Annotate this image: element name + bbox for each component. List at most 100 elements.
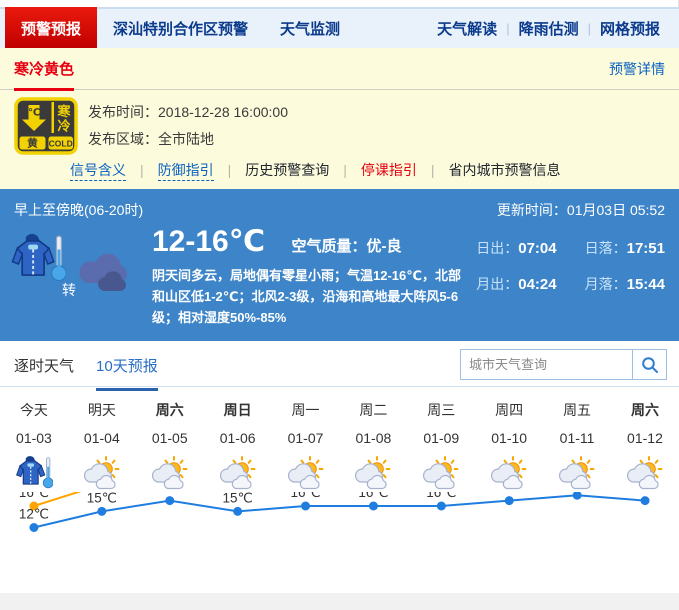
city-search-input[interactable] (460, 349, 632, 380)
data-label: 16℃ (358, 492, 388, 500)
svg-text:℃: ℃ (28, 108, 40, 119)
forecast-day-01-04[interactable]: 明天01-04 (68, 387, 136, 492)
nav-right-links: 天气解读|降雨估测|网格预报 (428, 9, 679, 48)
warning-meta: 发布时间：2018-12-28 16:00:00 发布区域：全市陆地 (88, 99, 288, 153)
air-quality-value: 优-良 (367, 238, 402, 255)
warning-link-4[interactable]: 省内城市预警信息 (449, 160, 561, 180)
nav-link-2[interactable]: 网格预报 (591, 18, 669, 39)
current-main: 12-16℃ 空气质量：优-良 阴天间多云，局地偶有零星小雨；气温12-16℃，… (152, 224, 470, 328)
day-name: 周日 (204, 387, 272, 420)
partly-cloudy-glyph (353, 455, 393, 491)
partly-cloudy-icon (272, 446, 340, 492)
search-button[interactable] (632, 349, 667, 380)
air-quality: 空气质量：优-良 (292, 238, 402, 255)
nav-tab-1[interactable]: 深汕特别合作区预警 (97, 9, 264, 48)
sun-moon-item-0: 日出：07:04 (476, 238, 556, 258)
data-label: 17℃ (155, 492, 185, 495)
sun-moon-label: 月落： (585, 276, 627, 292)
partly-cloudy-glyph (286, 455, 326, 491)
day-date: 01-09 (407, 420, 475, 446)
sun-moon-value: 04:24 (518, 276, 556, 293)
nav-link-1[interactable]: 降雨估测 (510, 18, 588, 39)
forecast-day-01-07[interactable]: 周一01-07 (272, 387, 340, 492)
nav-tab-0[interactable]: 预警预报 (5, 7, 97, 48)
day-name: 周三 (407, 387, 475, 420)
forecast-day-01-12[interactable]: 周六01-12 (611, 387, 679, 492)
city-search (460, 349, 667, 380)
sun-moon-times: 日出：07:04日落：17:51月出：04:24月落：15:44 (476, 238, 665, 294)
forecast-period: 早上至傍晚(06-20时) (14, 200, 143, 220)
publish-area-row: 发布区域：全市陆地 (88, 126, 288, 153)
sun-moon-label: 月出： (476, 276, 518, 292)
svg-text:寒: 寒 (56, 104, 71, 119)
cold-clothing-icon (0, 446, 68, 492)
warning-detail-link[interactable]: 预警详情 (609, 59, 665, 79)
current-header: 早上至傍晚(06-20时) 更新时间：01月03日 05:52 (0, 189, 679, 220)
nav-tabs: 预警预报深汕特别合作区预警天气监测 (0, 9, 356, 48)
partly-cloudy-glyph (218, 455, 258, 491)
nav-tab-2[interactable]: 天气监测 (264, 9, 356, 48)
day-date: 01-12 (611, 420, 679, 446)
warning-link-1[interactable]: 防御指引 (158, 160, 214, 181)
data-label: 15℃ (223, 492, 253, 505)
warning-link-0[interactable]: 信号含义 (70, 160, 126, 181)
forecast-tab-row: 逐时天气10天预报 (0, 341, 679, 387)
warning-link-3[interactable]: 停课指引 (361, 160, 417, 180)
partly-cloudy-icon (136, 446, 204, 492)
cold-clothing-glyph (15, 455, 53, 490)
svg-text:COLD: COLD (49, 138, 73, 148)
forecast-day-01-09[interactable]: 周三01-09 (407, 387, 475, 492)
partly-cloudy-glyph (421, 455, 461, 491)
nav-link-0[interactable]: 天气解读 (428, 18, 506, 39)
data-label: 15℃ (87, 492, 117, 505)
publish-area-value: 全市陆地 (158, 131, 214, 147)
temperature-range: 12-16℃ (152, 224, 265, 259)
current-weather-panel: 早上至傍晚(06-20时) 更新时间：01月03日 05:52 转 12-16℃… (0, 189, 679, 341)
day-name: 周五 (543, 387, 611, 420)
forecast-day-01-03[interactable]: 今天01-03 (0, 387, 68, 492)
warning-link-separator: | (417, 162, 449, 178)
forecast-day-01-11[interactable]: 周五01-11 (543, 387, 611, 492)
day-name: 周四 (475, 387, 543, 420)
data-point (641, 496, 650, 505)
svg-text:冷: 冷 (57, 119, 70, 134)
cold-clothing-glyph (10, 232, 66, 284)
forecast-day-01-08[interactable]: 周二01-08 (339, 387, 407, 492)
update-time-label: 更新时间： (497, 202, 567, 218)
sun-moon-label: 日落： (585, 240, 627, 256)
data-point (505, 496, 514, 505)
turn-label: 转 (62, 280, 76, 300)
forecast-tab-0[interactable]: 逐时天气 (14, 355, 74, 388)
day-date: 01-06 (204, 420, 272, 446)
cloud-glyph (74, 250, 136, 294)
footer-strip (0, 593, 679, 610)
partly-cloudy-icon (204, 446, 272, 492)
warning-link-2[interactable]: 历史预警查询 (245, 160, 329, 180)
partly-cloudy-glyph (557, 455, 597, 491)
data-label: 17℃ (630, 492, 660, 495)
publish-time-row: 发布时间：2018-12-28 16:00:00 (88, 99, 288, 126)
day-date: 01-05 (136, 420, 204, 446)
current-weather-icons: 转 (10, 232, 148, 312)
forecast-day-01-05[interactable]: 周六01-05 (136, 387, 204, 492)
forecast-day-01-06[interactable]: 周日01-06 (204, 387, 272, 492)
partly-cloudy-icon (543, 446, 611, 492)
data-point (29, 523, 38, 532)
warning-links-row: 信号含义|防御指引|历史预警查询|停课指引|省内城市预警信息 (0, 157, 679, 183)
warning-body: ℃ 寒 冷 黄 COLD 发布时间：2018-12-28 16:00:00 发布… (0, 90, 679, 152)
series-line-1 (34, 495, 645, 527)
day-name: 今天 (0, 387, 68, 420)
sun-moon-value: 17:51 (627, 240, 665, 257)
day-date: 01-11 (543, 420, 611, 446)
data-label: 16℃ (290, 492, 320, 500)
day-name: 周六 (136, 387, 204, 420)
search-icon (641, 356, 659, 374)
forecast-tab-1[interactable]: 10天预报 (96, 355, 158, 391)
publish-time-label: 发布时间： (88, 104, 158, 120)
sun-moon-label: 日出： (476, 240, 518, 256)
warning-panel: 寒冷黄色 预警详情 ℃ 寒 冷 黄 COLD 发布时间：2018-12-28 1… (0, 48, 679, 189)
partly-cloudy-glyph (150, 455, 190, 491)
current-body: 转 12-16℃ 空气质量：优-良 阴天间多云，局地偶有零星小雨；气温12-16… (0, 220, 679, 330)
warning-type-tab[interactable]: 寒冷黄色 (14, 58, 74, 91)
forecast-day-01-10[interactable]: 周四01-10 (475, 387, 543, 492)
